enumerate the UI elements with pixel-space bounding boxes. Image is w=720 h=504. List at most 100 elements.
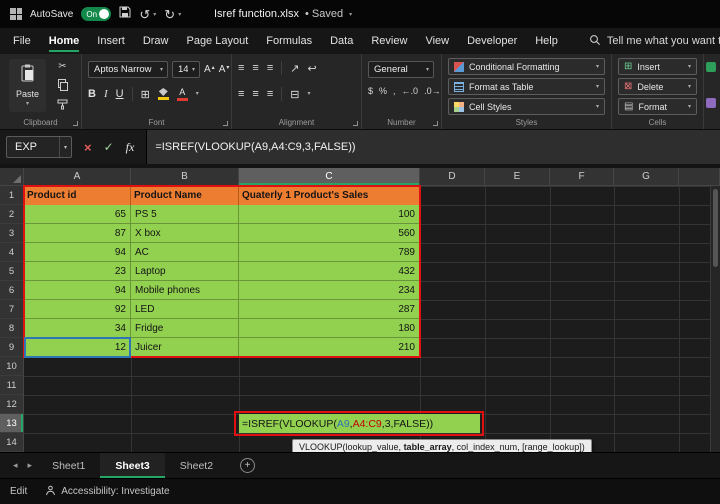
formula-input[interactable]: =ISREF(VLOOKUP(A9,A4:C9,3,FALSE)) <box>146 130 720 164</box>
cell-c3[interactable]: 560 <box>239 224 420 242</box>
cell-b7[interactable]: LED <box>131 300 239 318</box>
column-header-d[interactable]: D <box>420 168 485 186</box>
column-header-g[interactable]: G <box>614 168 679 186</box>
tab-formulas[interactable]: Formulas <box>257 28 321 54</box>
cell-c1[interactable]: Quaterly 1 Product's Sales <box>239 186 420 205</box>
cell-c5[interactable]: 432 <box>239 262 420 280</box>
decrease-decimal-icon[interactable]: .0→ <box>424 87 441 96</box>
percent-style-icon[interactable]: % <box>379 87 387 96</box>
cell-b8[interactable]: Fridge <box>131 319 239 337</box>
copy-icon[interactable] <box>58 79 68 91</box>
tell-me-search[interactable]: Tell me what you want to do <box>589 34 720 49</box>
underline-button[interactable]: U <box>116 88 124 100</box>
tab-data[interactable]: Data <box>321 28 362 54</box>
row-header-12[interactable]: 12 <box>0 395 24 414</box>
cell-styles-button[interactable]: Cell Styles ▾ <box>448 98 605 115</box>
cell-c6[interactable]: 234 <box>239 281 420 299</box>
row-header-11[interactable]: 11 <box>0 376 24 395</box>
accessibility-status[interactable]: Accessibility: Investigate <box>45 485 170 499</box>
accounting-format-icon[interactable]: $ <box>368 87 373 96</box>
row-header-6[interactable]: 6 <box>0 281 24 300</box>
align-bottom-icon[interactable]: ≡ <box>267 62 273 74</box>
conditional-formatting-button[interactable]: Conditional Formatting ▾ <box>448 58 605 75</box>
app-launcher-icon[interactable] <box>10 8 22 20</box>
name-box[interactable]: EXP ▾ <box>6 136 72 158</box>
bold-button[interactable]: B <box>88 88 96 100</box>
cell-b4[interactable]: AC <box>131 243 239 261</box>
row-header-5[interactable]: 5 <box>0 262 24 281</box>
tab-help[interactable]: Help <box>526 28 567 54</box>
redo-icon[interactable]: ↻ <box>164 8 175 21</box>
cell-a2[interactable]: 65 <box>24 205 131 223</box>
column-header-a[interactable]: A <box>24 168 131 186</box>
cell-b1[interactable]: Product Name <box>131 186 239 205</box>
tab-insert[interactable]: Insert <box>88 28 134 54</box>
format-button[interactable]: ▤ Format ▾ <box>618 98 697 115</box>
chevron-down-icon[interactable]: ▾ <box>307 91 310 97</box>
column-header-b[interactable]: B <box>131 168 239 186</box>
tab-file[interactable]: File <box>4 28 40 54</box>
cell-c7[interactable]: 287 <box>239 300 420 318</box>
redo-caret-icon[interactable]: ▾ <box>178 11 181 18</box>
cell-a8[interactable]: 34 <box>24 319 131 337</box>
scrollbar-thumb[interactable] <box>713 189 718 267</box>
merge-center-icon[interactable]: ⊟ <box>290 88 299 101</box>
analyze-data-icon[interactable] <box>706 98 716 108</box>
save-icon[interactable] <box>119 5 131 23</box>
format-painter-icon[interactable] <box>57 97 68 115</box>
cell-c8[interactable]: 180 <box>239 319 420 337</box>
autosave-toggle[interactable]: On <box>81 7 112 21</box>
align-right-icon[interactable]: ≡ <box>267 88 273 100</box>
row-header-2[interactable]: 2 <box>0 205 24 224</box>
cell-b9[interactable]: Juicer <box>131 338 239 356</box>
row-header-1[interactable]: 1 <box>0 186 24 205</box>
add-sheet-button[interactable]: + <box>240 458 256 473</box>
column-header-c[interactable]: C <box>239 168 420 186</box>
row-header-14[interactable]: 14 <box>0 433 24 452</box>
tab-developer[interactable]: Developer <box>458 28 526 54</box>
cell-b2[interactable]: PS 5 <box>131 205 239 223</box>
row-header-13[interactable]: 13 <box>0 414 24 433</box>
cell-c9[interactable]: 210 <box>239 338 420 356</box>
insert-button[interactable]: ⊞ Insert ▾ <box>618 58 697 75</box>
cancel-icon[interactable]: × <box>84 141 92 154</box>
insert-function-icon[interactable]: fx <box>126 141 135 153</box>
increase-font-size-icon[interactable]: A ▴ <box>204 64 215 75</box>
tab-view[interactable]: View <box>416 28 458 54</box>
row-header-4[interactable]: 4 <box>0 243 24 262</box>
vertical-scrollbar[interactable] <box>710 186 720 452</box>
align-top-icon[interactable]: ≡ <box>238 62 244 74</box>
cell-a9[interactable]: 12 <box>24 338 131 356</box>
cell-c2[interactable]: 100 <box>239 205 420 223</box>
undo-caret-icon[interactable]: ▾ <box>153 11 156 18</box>
borders-icon[interactable]: ⊞ <box>141 88 150 101</box>
row-header-9[interactable]: 9 <box>0 338 24 357</box>
row-header-10[interactable]: 10 <box>0 357 24 376</box>
enter-icon[interactable]: ✓ <box>104 141 114 153</box>
column-header-f[interactable]: F <box>550 168 614 186</box>
font-color-icon[interactable]: A <box>176 87 188 101</box>
fill-color-icon[interactable] <box>157 88 169 100</box>
align-center-icon[interactable]: ≡ <box>252 88 258 100</box>
font-size-select[interactable]: 14 ▾ <box>172 61 200 78</box>
tab-sheet3[interactable]: Sheet3 <box>100 453 166 478</box>
decrease-font-size-icon[interactable]: A ▾ <box>219 64 230 75</box>
tab-page-layout[interactable]: Page Layout <box>177 28 257 54</box>
cell-a5[interactable]: 23 <box>24 262 131 280</box>
chevron-down-icon[interactable]: ▾ <box>196 91 199 97</box>
alignment-dialog-launcher-icon[interactable] <box>353 121 358 126</box>
cell-b6[interactable]: Mobile phones <box>131 281 239 299</box>
cell-b3[interactable]: X box <box>131 224 239 242</box>
cell-c4[interactable]: 789 <box>239 243 420 261</box>
tab-home[interactable]: Home <box>40 28 89 54</box>
row-header-3[interactable]: 3 <box>0 224 24 243</box>
select-all-corner[interactable] <box>0 168 24 186</box>
sheet-nav-right-icon[interactable]: ▸ <box>23 460 38 471</box>
align-left-icon[interactable]: ≡ <box>238 88 244 100</box>
tab-review[interactable]: Review <box>362 28 416 54</box>
row-header-7[interactable]: 7 <box>0 300 24 319</box>
increase-decimal-icon[interactable]: ←.0 <box>402 87 419 96</box>
tab-sheet1[interactable]: Sheet1 <box>37 453 100 478</box>
number-format-select[interactable]: General ▾ <box>368 61 434 78</box>
italic-button[interactable]: I <box>104 88 108 100</box>
